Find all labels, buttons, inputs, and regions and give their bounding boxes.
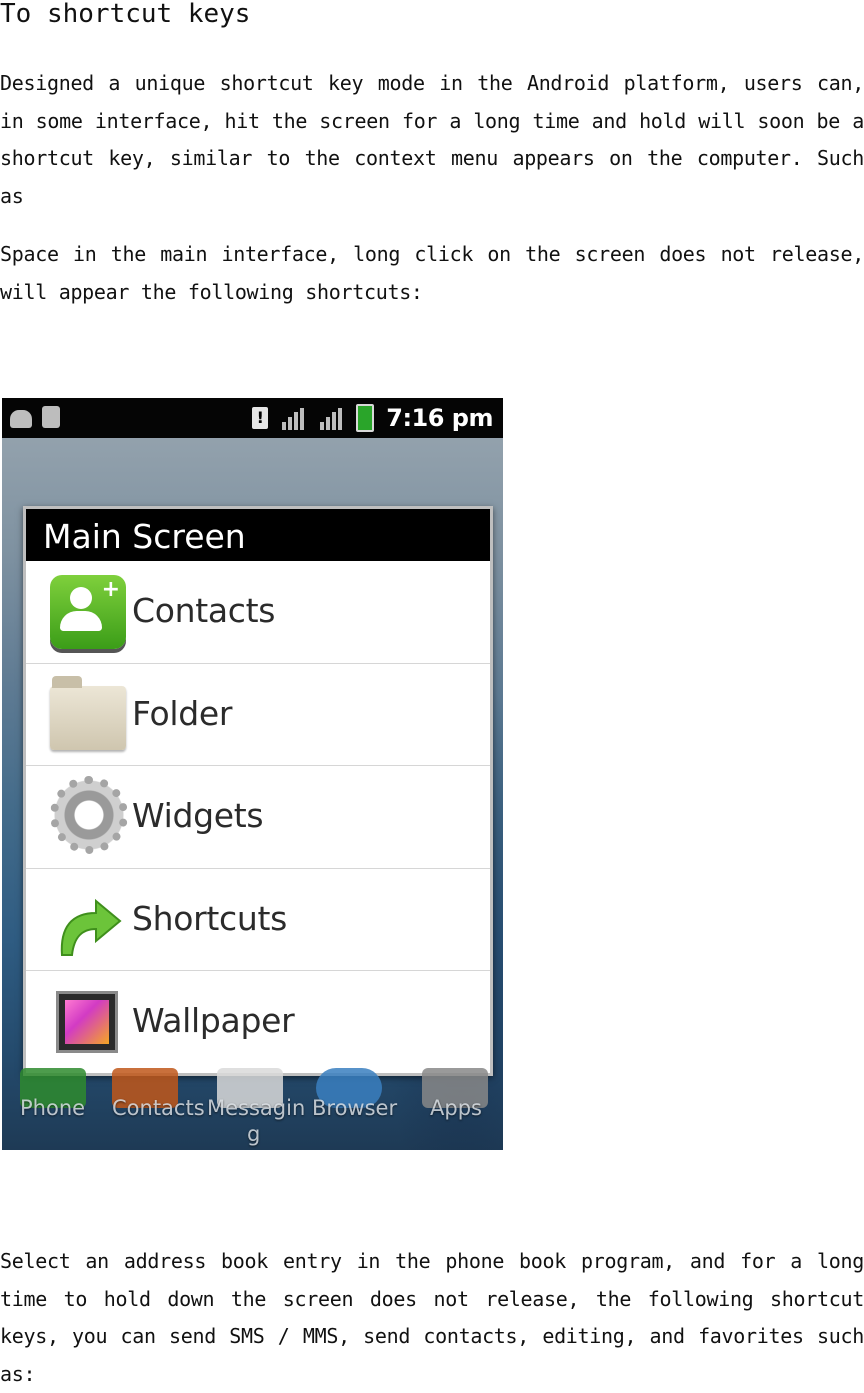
- signal-icon: [280, 406, 306, 430]
- menu-item-label: Shortcuts: [132, 898, 288, 938]
- dock-label: Browser: [312, 1096, 398, 1120]
- menu-title: Main Screen: [26, 509, 490, 561]
- home-dock: Phone Contacts Messagin g Browser Apps: [2, 1068, 503, 1150]
- status-clock: 7:16 pm: [386, 404, 493, 432]
- android-debug-icon: [10, 410, 32, 428]
- wallpaper-icon: [56, 991, 118, 1053]
- gear-icon: [50, 776, 128, 854]
- battery-charging-icon: [356, 404, 375, 432]
- menu-item-label: Widgets: [132, 796, 264, 835]
- menu-item-label: Wallpaper: [132, 1001, 295, 1040]
- contacts-icon: +: [50, 575, 126, 649]
- dock-label: Contacts: [112, 1096, 205, 1120]
- dock-label: Apps: [430, 1096, 482, 1120]
- phone-screenshot: ! 7:16 pm Main Screen + Contacts Folder …: [2, 398, 503, 1150]
- phonebook-paragraph: Select an address book entry in the phon…: [0, 1249, 864, 1386]
- dock-label: Phone: [20, 1096, 86, 1120]
- menu-item-label: Folder: [132, 693, 233, 733]
- dock-label-wrap: g: [247, 1122, 261, 1146]
- status-bar: ! 7:16 pm: [2, 398, 503, 438]
- menu-item-wallpaper[interactable]: Wallpaper: [26, 971, 490, 1073]
- menu-item-contacts[interactable]: + Contacts: [26, 561, 490, 664]
- context-menu: Main Screen + Contacts Folder Widgets Sh…: [23, 506, 493, 1076]
- main-interface-paragraph: Space in the main interface, long click …: [0, 242, 864, 304]
- document-title: To shortcut keys: [0, 0, 251, 29]
- menu-item-label: Contacts: [132, 591, 276, 630]
- menu-item-widgets[interactable]: Widgets: [26, 766, 490, 869]
- menu-item-folder[interactable]: Folder: [26, 664, 490, 766]
- signal-icon: [318, 406, 344, 430]
- sd-card-icon: [42, 406, 60, 428]
- alert-icon: !: [252, 407, 269, 429]
- curved-arrow-icon: [50, 887, 126, 961]
- menu-item-shortcuts[interactable]: Shortcuts: [26, 869, 490, 971]
- dock-label: Messagin: [207, 1096, 306, 1120]
- intro-paragraph: Designed a unique shortcut key mode in t…: [0, 71, 864, 208]
- folder-icon: [50, 675, 126, 750]
